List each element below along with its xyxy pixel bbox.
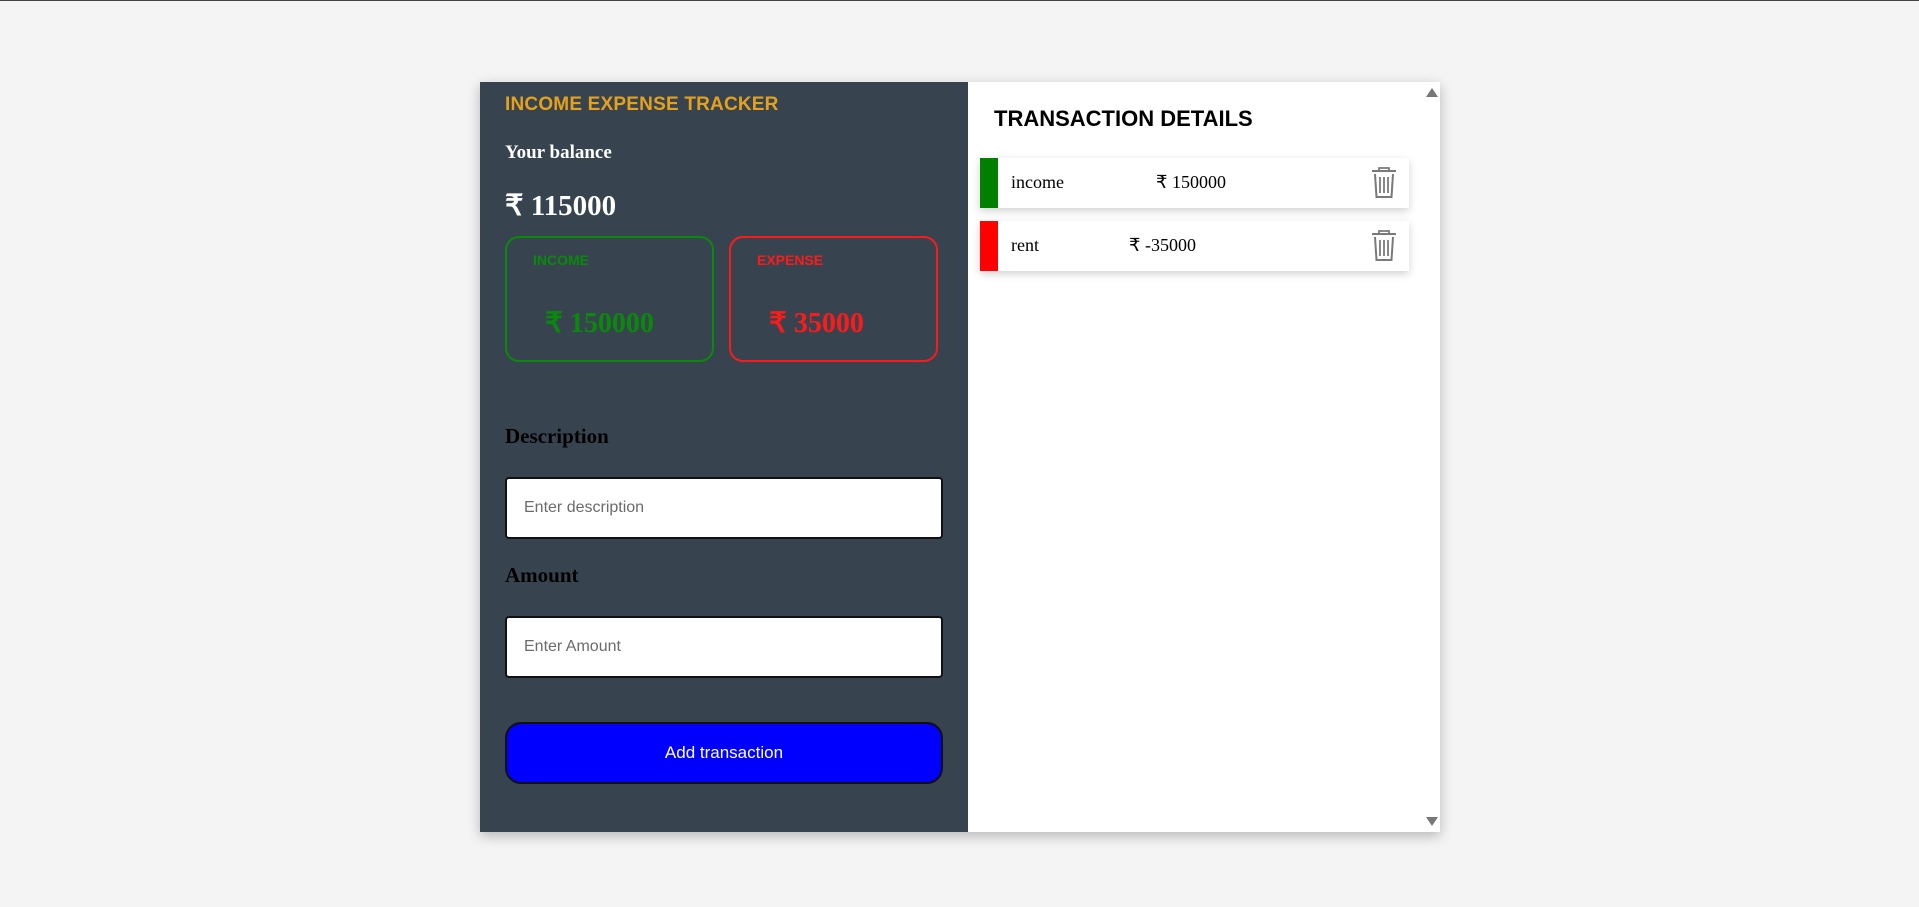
details-title: TRANSACTION DETAILS bbox=[994, 106, 1253, 131]
transaction-row: rent ₹ -35000 bbox=[980, 221, 1409, 271]
description-label: Description bbox=[505, 424, 609, 448]
left-panel: INCOME EXPENSE TRACKER Your balance ₹ 11… bbox=[480, 82, 968, 832]
top-divider bbox=[0, 0, 1919, 1]
income-value: ₹ 150000 bbox=[545, 308, 654, 339]
income-card: INCOME ₹ 150000 bbox=[505, 236, 714, 362]
transaction-row: income ₹ 150000 bbox=[980, 158, 1409, 208]
add-transaction-button[interactable]: Add transaction bbox=[505, 722, 943, 784]
expense-indicator bbox=[980, 221, 998, 271]
scroll-down-arrow-icon[interactable] bbox=[1426, 817, 1438, 826]
income-indicator bbox=[980, 158, 998, 208]
income-label: INCOME bbox=[533, 252, 589, 268]
amount-label: Amount bbox=[505, 563, 579, 587]
balance-value: ₹ 115000 bbox=[505, 190, 617, 222]
transaction-description: rent bbox=[1011, 235, 1039, 255]
description-input[interactable] bbox=[505, 477, 943, 539]
amount-input[interactable] bbox=[505, 616, 943, 678]
trash-icon[interactable] bbox=[1369, 166, 1399, 200]
expense-value: ₹ 35000 bbox=[769, 308, 864, 339]
transaction-amount: ₹ 150000 bbox=[1156, 172, 1226, 192]
expense-label: EXPENSE bbox=[757, 252, 824, 268]
balance-label: Your balance bbox=[505, 142, 612, 163]
right-panel: TRANSACTION DETAILS income ₹ 150000 rent… bbox=[968, 82, 1440, 832]
app-title: INCOME EXPENSE TRACKER bbox=[505, 94, 779, 115]
scroll-up-arrow-icon[interactable] bbox=[1426, 88, 1438, 97]
transaction-description: income bbox=[1011, 172, 1064, 192]
expense-card: EXPENSE ₹ 35000 bbox=[729, 236, 938, 362]
trash-icon[interactable] bbox=[1369, 229, 1399, 263]
tracker-app: INCOME EXPENSE TRACKER Your balance ₹ 11… bbox=[480, 82, 1440, 832]
transaction-amount: ₹ -35000 bbox=[1129, 235, 1196, 255]
